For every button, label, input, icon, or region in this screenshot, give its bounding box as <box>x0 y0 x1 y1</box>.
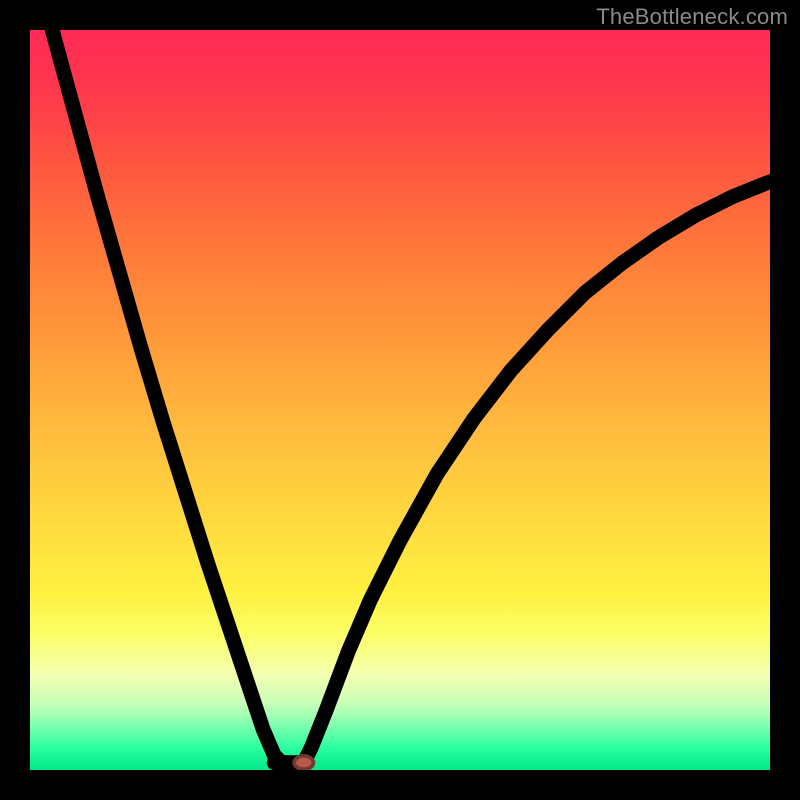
plot-area <box>30 30 770 770</box>
min-marker <box>294 756 313 769</box>
curve-right <box>304 182 770 763</box>
curve-left <box>52 30 289 763</box>
plot-svg <box>30 30 770 770</box>
chart-frame: TheBottleneck.com <box>0 0 800 800</box>
watermark-text: TheBottleneck.com <box>596 4 788 30</box>
